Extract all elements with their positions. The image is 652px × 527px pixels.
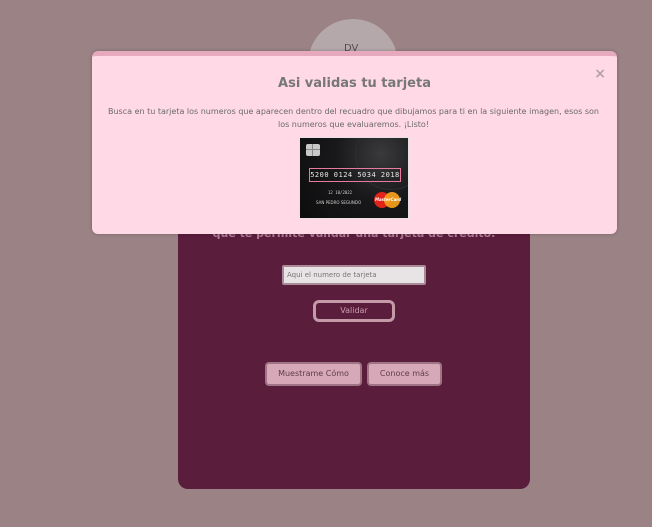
modal-title: Asi validas tu tarjeta <box>278 76 431 91</box>
show-me-button[interactable]: Muestrame Cómo <box>265 362 362 386</box>
card-swirl <box>355 138 408 190</box>
modal-body: Busca en tu tarjeta los numeros que apar… <box>108 107 599 129</box>
card-number-highlight: 5200 0124 5034 2018 <box>309 168 401 182</box>
mastercard-logo-icon: MasterCard <box>374 191 402 209</box>
credit-card-image: 5200 0124 5034 2018 12 10/2022 SAN PEDRO… <box>299 137 409 219</box>
learn-more-button[interactable]: Conoce más <box>367 362 442 386</box>
card-number-input[interactable] <box>282 265 426 285</box>
validate-button[interactable]: Validar <box>313 300 395 322</box>
card-expiry: 12 10/2022 <box>328 190 353 195</box>
page: DV que te permite validar una tarjeta de… <box>0 0 652 527</box>
chip-icon <box>306 144 320 156</box>
mc-brand-text: MasterCard <box>375 197 402 202</box>
card-holder: SAN PEDRO SEGUNDO <box>316 200 362 205</box>
instructions-modal: × Asi validas tu tarjeta Busca en tu tar… <box>92 51 617 234</box>
